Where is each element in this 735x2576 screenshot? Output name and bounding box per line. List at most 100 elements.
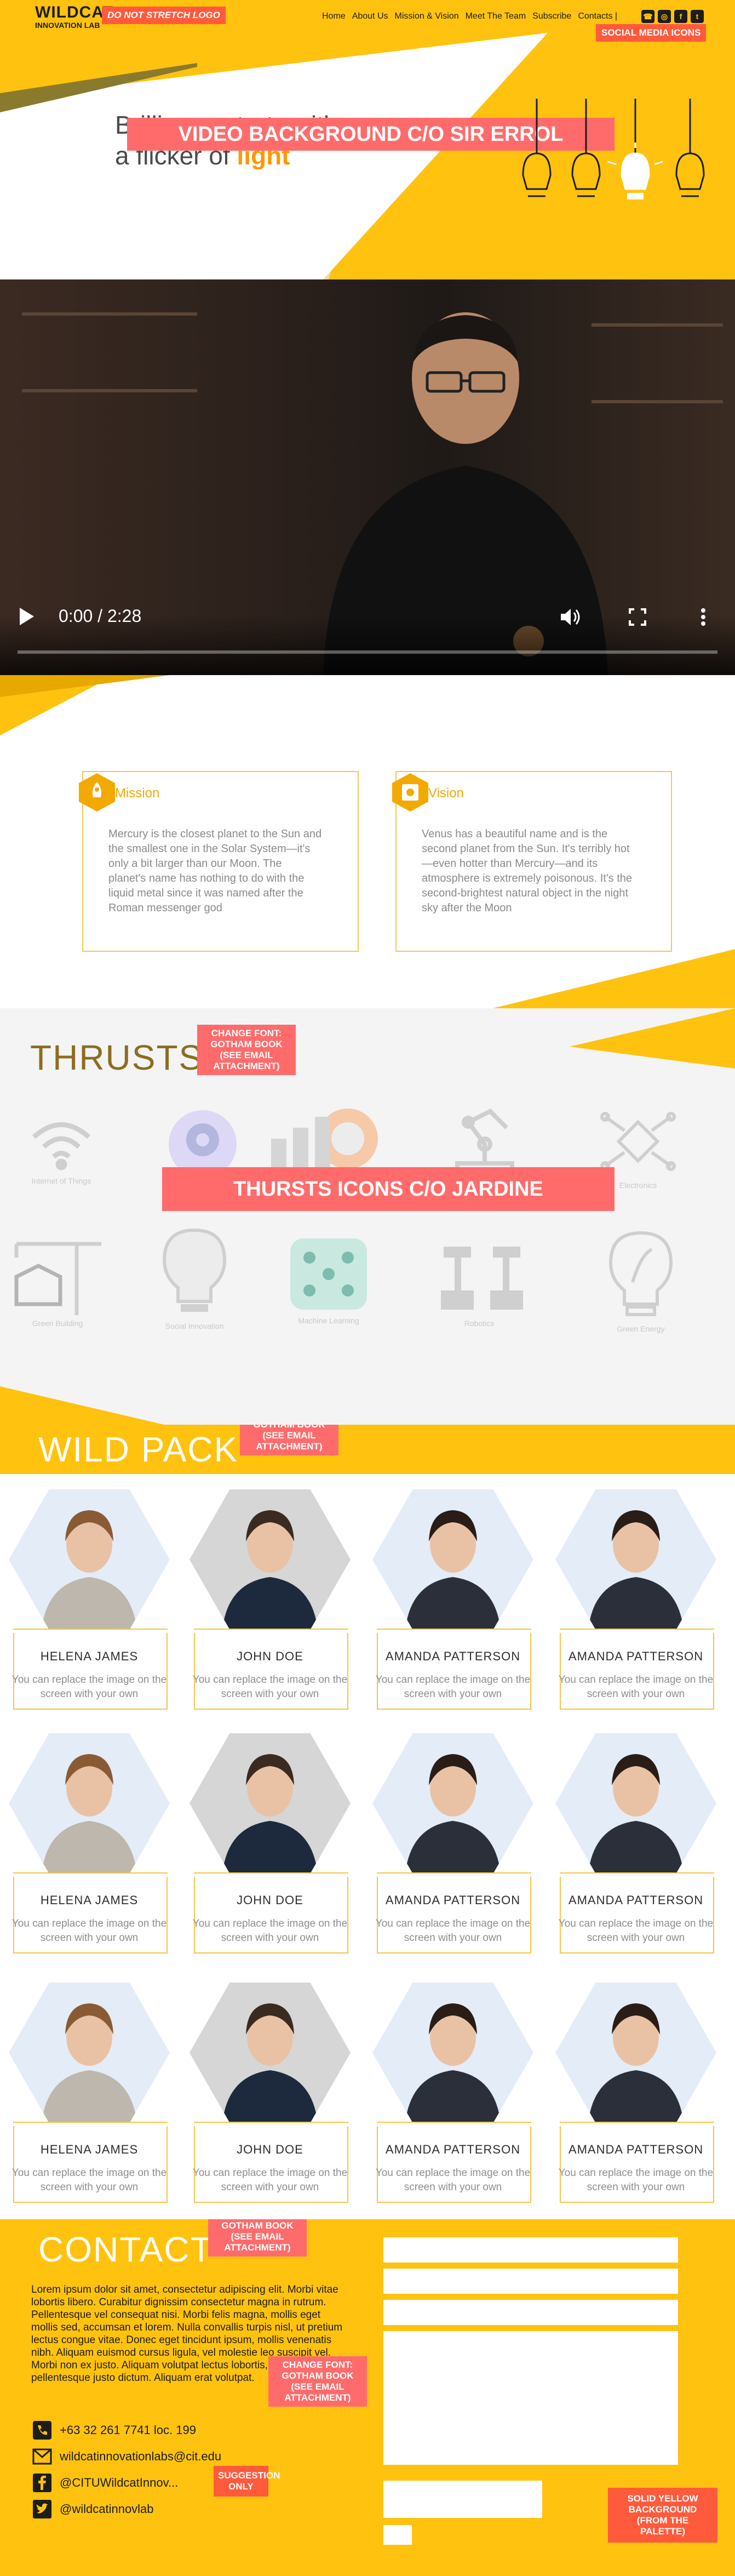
instagram-icon[interactable]: ◎ (658, 10, 671, 23)
team-member-card[interactable]: AMANDA PATTERSON You can replace the imag… (551, 1978, 721, 2214)
team-member-card[interactable]: AMANDA PATTERSON You can replace the imag… (551, 1729, 721, 1964)
facebook-icon (31, 2472, 53, 2494)
lightbulbs-illustration (522, 99, 705, 199)
mission-card: Mission Mercury is the closest planet to… (79, 771, 359, 952)
contact-twitter[interactable]: @wildcatinnovlab (31, 2498, 154, 2520)
name-field[interactable] (383, 2237, 678, 2263)
thrusts-title: THRUSTS (30, 1038, 204, 1077)
member-name: AMANDA PATTERSON (568, 1893, 704, 1907)
video-time: 0:00 / 2:28 (59, 606, 142, 626)
top-nav: Home About Us Mission & Vision Meet The … (322, 11, 617, 22)
video-section: 0:00 / 2:28 (0, 279, 735, 675)
contact-facebook[interactable]: @CITUWildcatInnov... (31, 2472, 178, 2494)
crane-icon (14, 1242, 101, 1315)
circuit-icon (600, 1112, 676, 1171)
network-icon (290, 1238, 367, 1310)
member-name: AMANDA PATTERSON (568, 1649, 704, 1663)
volume-icon[interactable] (560, 607, 582, 627)
mission-vision-section: Mission Mercury is the closest planet to… (0, 675, 735, 1008)
contact-section: CONTACT CHANGE FONT: GOTHAM BOOK (SEE EM… (0, 2219, 735, 2576)
note-suggestion: SUGGESTION ONLY (214, 2466, 280, 2497)
nav-about[interactable]: About Us (352, 11, 388, 22)
member-description: You can replace the image on the screen … (12, 2167, 167, 2193)
nav-contacts[interactable]: Contacts | (578, 11, 617, 22)
member-description: You can replace the image on the screen … (12, 1674, 167, 1700)
team-member-card[interactable]: HELENA JAMES You can replace the image on… (4, 1978, 174, 2214)
thrust-iot[interactable]: Internet of Things (15, 1112, 108, 1186)
hero-section: WILDCAT INNOVATION LAB DO NOT STRETCH LO… (0, 0, 735, 279)
vision-title: Vision (428, 786, 464, 801)
member-description: You can replace the image on the screen … (192, 2167, 348, 2193)
wifi-icon (32, 1122, 91, 1170)
member-description: You can replace the image on the screen … (192, 1918, 348, 1944)
member-description: You can replace the image on the screen … (375, 1918, 531, 1944)
phone-icon (31, 2419, 53, 2441)
contact-phone[interactable]: +63 32 261 7741 loc. 199 (31, 2419, 196, 2441)
member-description: You can replace the image on the screen … (12, 1918, 167, 1944)
team-member-card[interactable]: AMANDA PATTERSON You can replace the imag… (368, 1978, 538, 2214)
team-member-card[interactable]: AMANDA PATTERSON You can replace the imag… (368, 1729, 538, 1964)
thrust-machine-learning[interactable]: Machine Learning (282, 1236, 375, 1326)
thrust-robotics[interactable]: Robotics (433, 1238, 526, 1328)
team-member-card[interactable]: AMANDA PATTERSON You can replace the imag… (368, 1485, 538, 1721)
member-photo (372, 1983, 533, 2123)
nav-home[interactable]: Home (322, 11, 346, 22)
eco-bulb-icon (608, 1231, 673, 1316)
thrust-social-innovation[interactable]: Social Innovation (148, 1225, 241, 1331)
team-member-card[interactable]: JOHN DOE You can replace the image on the… (185, 1978, 355, 2214)
member-name: JOHN DOE (237, 2143, 303, 2156)
member-description: You can replace the image on the screen … (558, 1918, 714, 1944)
captcha-field[interactable] (383, 2481, 542, 2518)
phone-icon[interactable]: ☎ (641, 10, 654, 23)
play-icon[interactable] (18, 607, 35, 626)
fullscreen-icon[interactable] (629, 608, 646, 626)
team-member-card[interactable]: AMANDA PATTERSON You can replace the imag… (551, 1485, 721, 1721)
member-photo (190, 1489, 351, 1630)
team-member-card[interactable]: JOHN DOE You can replace the image on the… (185, 1485, 355, 1721)
vision-card: Vision Venus has a beautiful name and is… (392, 771, 672, 952)
note-background: SOLID YELLOW BACKGROUND (FROM THE PALETT… (608, 2488, 717, 2543)
video-progress-bar[interactable] (18, 650, 717, 654)
member-name: AMANDA PATTERSON (385, 1893, 521, 1907)
twitter-icon[interactable]: t (691, 10, 704, 23)
team-member-card[interactable]: JOHN DOE You can replace the image on the… (185, 1729, 355, 1964)
mail-icon (31, 2446, 53, 2468)
more-options-icon[interactable] (700, 607, 707, 627)
nav-team[interactable]: Meet The Team (466, 11, 526, 22)
thrust-green-building[interactable]: Green Building (11, 1233, 104, 1328)
team-member-card[interactable]: HELENA JAMES You can replace the image on… (4, 1485, 174, 1721)
note-font-thrusts: CHANGE FONT: GOTHAM BOOK (SEE EMAIL ATTA… (197, 1025, 296, 1075)
rocket-icon (79, 773, 115, 812)
message-field[interactable] (383, 2331, 678, 2465)
email-field[interactable] (383, 2269, 678, 2294)
mission-body: Mercury is the closest planet to the Sun… (108, 828, 322, 914)
note-logo: DO NOT STRETCH LOGO (102, 7, 226, 24)
team-member-card[interactable]: HELENA JAMES You can replace the image on… (4, 1729, 174, 1964)
contact-email[interactable]: wildcatinnovationlabs@cit.edu (31, 2446, 221, 2468)
member-description: You can replace the image on the screen … (192, 1674, 348, 1700)
member-photo (9, 1489, 170, 1630)
submit-button[interactable] (383, 2525, 412, 2545)
member-name: AMANDA PATTERSON (568, 2143, 704, 2156)
member-description: You can replace the image on the screen … (375, 2167, 531, 2193)
analytics-icon (271, 1109, 378, 1169)
member-photo (555, 1489, 716, 1630)
member-description: You can replace the image on the screen … (558, 1674, 714, 1700)
member-photo (372, 1733, 533, 1874)
contact-title: CONTACT (38, 2230, 213, 2269)
facebook-icon[interactable]: f (674, 10, 687, 23)
member-photo (9, 1733, 170, 1874)
member-photo (9, 1983, 170, 2123)
thrust-analytics[interactable] (260, 1106, 378, 1175)
vision-body: Venus has a beautiful name and is the se… (422, 828, 633, 914)
member-name: AMANDA PATTERSON (385, 1649, 521, 1663)
note-social: SOCIAL MEDIA ICONS (596, 24, 707, 42)
note-font-contact: CHANGE FONT: GOTHAM BOOK (SEE EMAIL ATTA… (208, 2219, 307, 2257)
robot-arm-icon (455, 1109, 514, 1175)
member-description: You can replace the image on the screen … (375, 1674, 531, 1700)
eye-icon (392, 773, 428, 812)
nav-mission-vision[interactable]: Mission & Vision (395, 11, 459, 22)
thrust-green-energy[interactable]: Green Energy (594, 1227, 687, 1334)
nav-subscribe[interactable]: Subscribe (532, 11, 571, 22)
subject-field[interactable] (383, 2300, 678, 2325)
